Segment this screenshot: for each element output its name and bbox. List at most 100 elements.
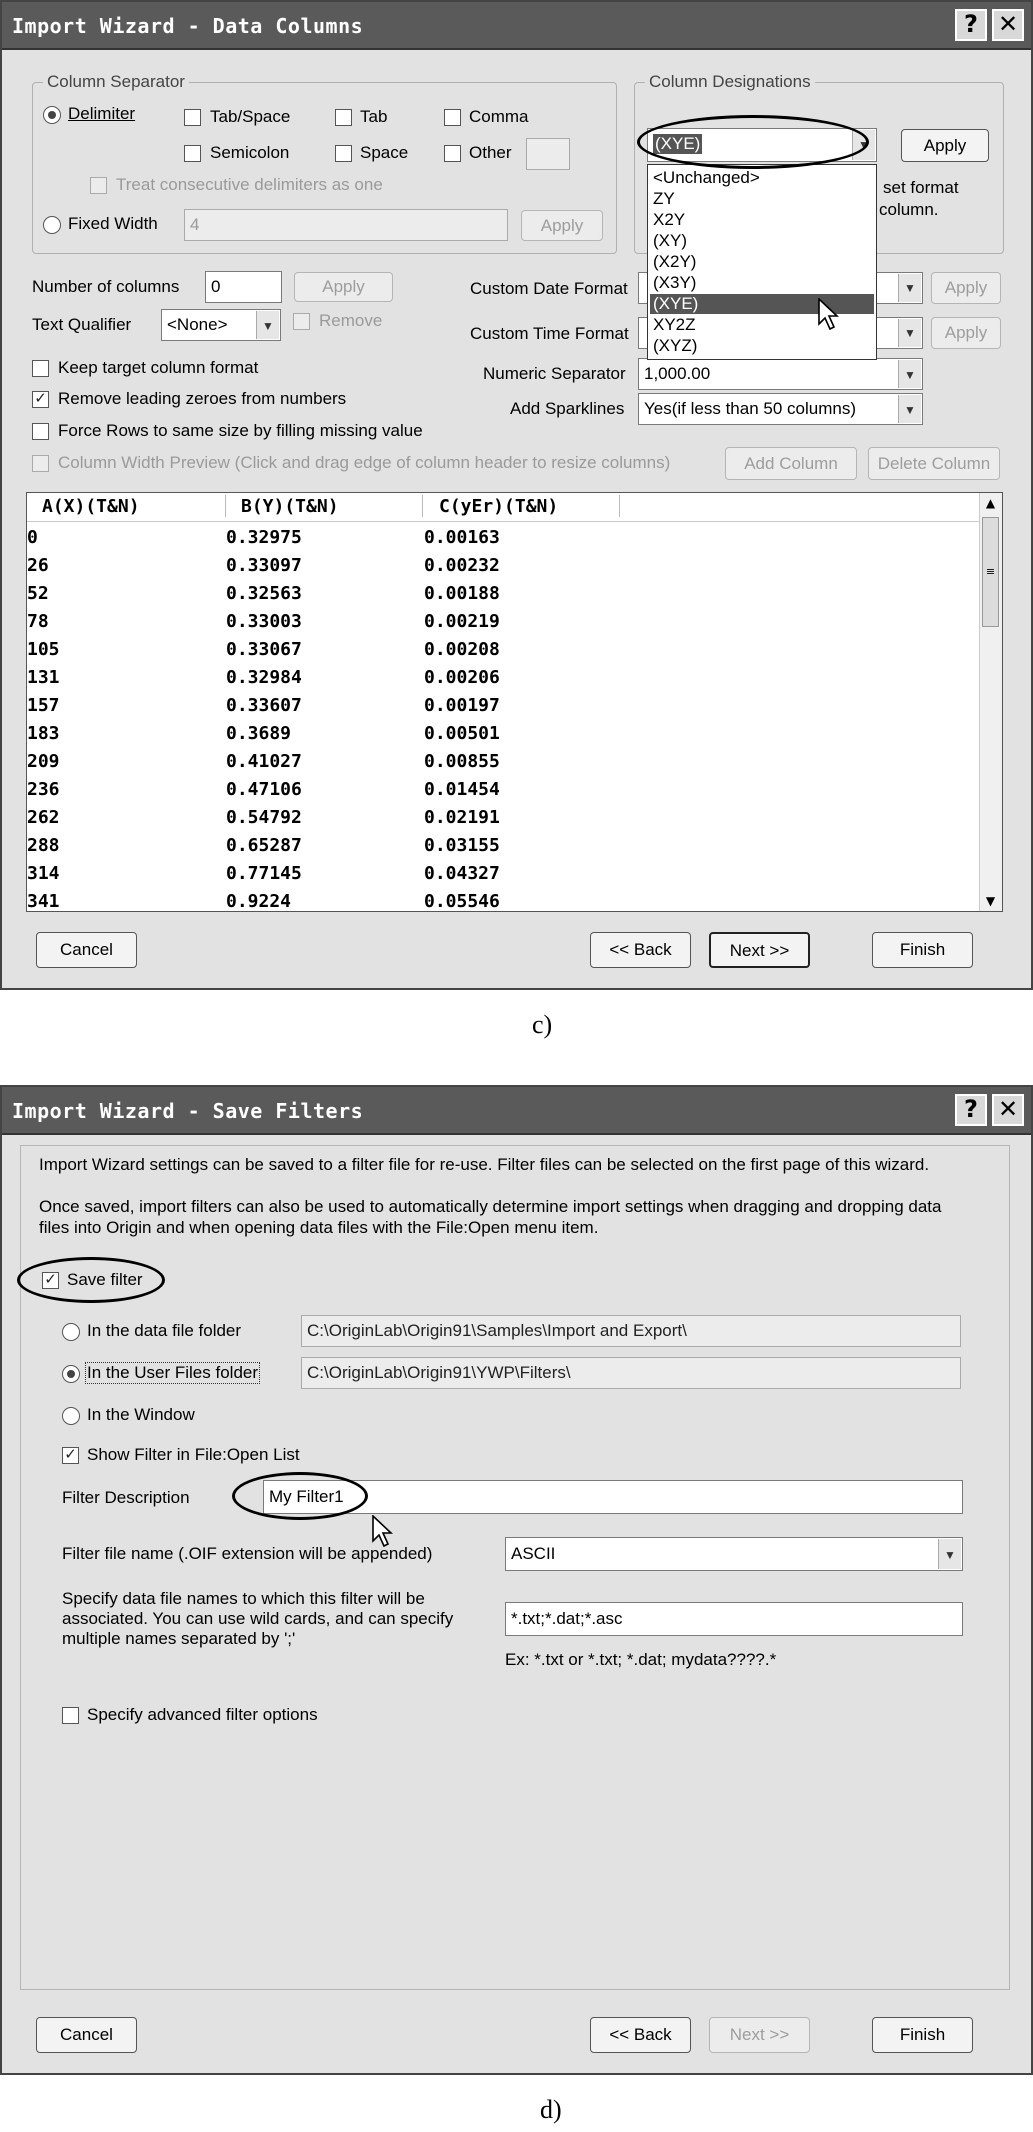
advanced-options-label: Specify advanced filter options bbox=[87, 1705, 318, 1724]
fixed-width-apply-button[interactable]: Apply bbox=[521, 210, 603, 241]
cancel-button[interactable]: Cancel bbox=[36, 932, 137, 968]
number-of-columns-field[interactable]: 0 bbox=[205, 271, 282, 303]
add-sparklines-select[interactable]: Yes(if less than 50 columns) ▼ bbox=[638, 393, 923, 425]
advanced-options-checkbox[interactable] bbox=[62, 1707, 79, 1724]
specify-names-text-1: Specify data file names to which this fi… bbox=[62, 1589, 425, 1608]
dropdown-option[interactable]: (XYE) bbox=[650, 294, 874, 314]
data-columns-dialog: Import Wizard - Data Columns ? ✕ Column … bbox=[0, 0, 1033, 990]
custom-date-format-label: Custom Date Format bbox=[470, 279, 628, 298]
force-rows-checkbox[interactable] bbox=[32, 423, 49, 440]
show-filter-checkbox[interactable]: ✓ bbox=[62, 1447, 79, 1464]
table-row: 105 0.33067 0.00208 bbox=[27, 639, 977, 667]
chevron-down-icon: ▼ bbox=[898, 274, 921, 302]
dropdown-option[interactable]: <Unchanged> bbox=[653, 168, 874, 188]
semicolon-checkbox[interactable] bbox=[184, 145, 201, 162]
column-width-preview-checkbox[interactable] bbox=[32, 455, 49, 472]
column-header[interactable]: A(X)(T&N) bbox=[42, 496, 140, 517]
next-button[interactable]: Next >> bbox=[709, 932, 810, 968]
table-cell: 0.00501 bbox=[424, 723, 500, 744]
filter-description-field[interactable]: My Filter1 bbox=[263, 1480, 963, 1514]
data-file-folder-radio[interactable] bbox=[62, 1323, 80, 1341]
number-of-columns-apply-button[interactable]: Apply bbox=[294, 272, 393, 302]
force-rows-label: Force Rows to same size by filling missi… bbox=[58, 421, 423, 440]
specify-names-text-2: associated. You can use wild cards, and … bbox=[62, 1609, 454, 1628]
filter-file-name-value: ASCII bbox=[511, 1544, 556, 1563]
remove-label: Remove bbox=[319, 311, 383, 330]
close-button[interactable]: ✕ bbox=[992, 9, 1024, 41]
dropdown-option[interactable]: (XY) bbox=[653, 231, 874, 251]
tab-space-checkbox[interactable] bbox=[184, 109, 201, 126]
dropdown-option[interactable]: (XYZ) bbox=[653, 336, 874, 356]
remove-checkbox[interactable] bbox=[293, 313, 310, 330]
keep-target-checkbox[interactable] bbox=[32, 360, 49, 377]
close-button[interactable]: ✕ bbox=[992, 1094, 1024, 1126]
add-column-button[interactable]: Add Column bbox=[725, 447, 857, 480]
next-button[interactable]: Next >> bbox=[709, 2017, 810, 2053]
table-cell: 0.00208 bbox=[424, 639, 500, 660]
table-cell: 0.54792 bbox=[226, 807, 302, 828]
scroll-thumb[interactable]: ≡ bbox=[982, 517, 999, 627]
info-text-1: Once saved, import filters can also be u… bbox=[39, 1197, 942, 1216]
dropdown-option[interactable]: ZY bbox=[653, 189, 874, 209]
custom-time-apply-button[interactable]: Apply bbox=[931, 317, 1001, 349]
text-qualifier-select[interactable]: <None> ▼ bbox=[161, 309, 281, 341]
table-cell: 0.41027 bbox=[226, 751, 302, 772]
comma-checkbox[interactable] bbox=[444, 109, 461, 126]
table-row: 78 0.33003 0.00219 bbox=[27, 611, 977, 639]
in-window-radio[interactable] bbox=[62, 1407, 80, 1425]
remove-leading-zeroes-checkbox[interactable]: ✓ bbox=[32, 391, 49, 408]
table-cell: 0.33003 bbox=[226, 611, 302, 632]
table-cell: 262 bbox=[27, 807, 60, 828]
fixed-width-radio[interactable] bbox=[43, 216, 61, 234]
data-file-folder-path: C:\OriginLab\Origin91\Samples\Import and… bbox=[301, 1315, 961, 1347]
table-cell: 0.32975 bbox=[226, 527, 302, 548]
help-button[interactable]: ? bbox=[955, 9, 987, 41]
column-designation-dropdown-list: <Unchanged> ZY X2Y (XY) (X2Y) (X3Y) (XYE) XY2Z(… bbox=[647, 164, 877, 360]
table-cell: 0.9224 bbox=[226, 891, 292, 912]
show-filter-label: Show Filter in File:Open List bbox=[87, 1445, 300, 1464]
delete-column-button[interactable]: Delete Column bbox=[868, 447, 1000, 480]
custom-date-apply-button[interactable]: Apply bbox=[931, 272, 1001, 304]
dropdown-option[interactable]: X2Y bbox=[653, 210, 874, 230]
finish-button[interactable]: Finish bbox=[872, 2017, 973, 2053]
help-button[interactable]: ? bbox=[955, 1094, 987, 1126]
add-sparklines-value: Yes(if less than 50 columns) bbox=[644, 399, 856, 418]
treat-consecutive-checkbox[interactable] bbox=[90, 177, 107, 194]
dropdown-option[interactable]: (X2Y) bbox=[653, 252, 874, 272]
back-button[interactable]: << Back bbox=[590, 2017, 691, 2053]
column-header[interactable]: B(Y)(T&N) bbox=[241, 496, 339, 517]
delimiter-radio[interactable] bbox=[43, 106, 61, 124]
table-cell: 52 bbox=[27, 583, 49, 604]
user-files-folder-label: In the User Files folder bbox=[85, 1362, 261, 1384]
table-cell: 0.00163 bbox=[424, 527, 500, 548]
back-button[interactable]: << Back bbox=[590, 932, 691, 968]
scroll-up-arrow[interactable]: ▲ bbox=[980, 493, 1001, 513]
fixed-width-field[interactable]: 4 bbox=[184, 209, 508, 241]
tab-checkbox[interactable] bbox=[335, 109, 352, 126]
dropdown-option[interactable]: (X3Y) bbox=[653, 273, 874, 293]
table-row: 314 0.77145 0.04327 bbox=[27, 863, 977, 891]
dialog-title: Import Wizard - Data Columns bbox=[12, 14, 364, 38]
finish-button[interactable]: Finish bbox=[872, 932, 973, 968]
vertical-scrollbar[interactable]: ▲ ≡ ▼ bbox=[979, 493, 1002, 911]
table-cell: 236 bbox=[27, 779, 60, 800]
space-checkbox[interactable] bbox=[335, 145, 352, 162]
column-header[interactable]: C(yEr)(T&N) bbox=[439, 496, 558, 517]
tab-label: Tab bbox=[360, 107, 388, 126]
caption-c: c) bbox=[532, 1010, 553, 1039]
other-checkbox[interactable] bbox=[444, 145, 461, 162]
user-files-folder-radio[interactable] bbox=[62, 1365, 80, 1383]
numeric-separator-select[interactable]: 1,000.00 ▼ bbox=[638, 358, 923, 390]
scroll-down-arrow[interactable]: ▼ bbox=[980, 891, 1001, 911]
other-field[interactable] bbox=[526, 138, 570, 170]
column-designation-apply-button[interactable]: Apply bbox=[901, 129, 989, 162]
dropdown-option[interactable]: XY2Z bbox=[653, 315, 874, 335]
chevron-down-icon: ▼ bbox=[898, 360, 921, 388]
filter-file-name-select[interactable]: ASCII ▼ bbox=[505, 1537, 963, 1571]
chevron-down-icon: ▼ bbox=[898, 395, 921, 423]
table-row: 0 0.32975 0.00163 bbox=[27, 527, 977, 555]
cancel-button[interactable]: Cancel bbox=[36, 2017, 137, 2053]
file-names-field[interactable]: *.txt;*.dat;*.asc bbox=[505, 1602, 963, 1636]
column-width-preview-label: Column Width Preview (Click and drag edg… bbox=[58, 453, 671, 472]
table-cell: 314 bbox=[27, 863, 60, 884]
